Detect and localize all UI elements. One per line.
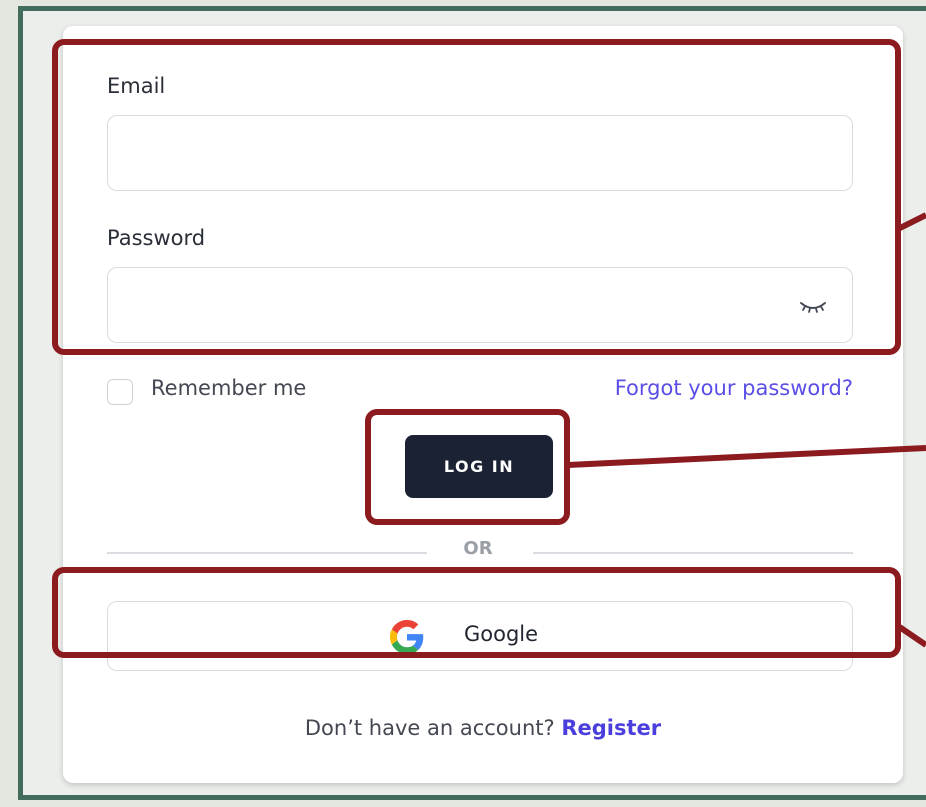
login-card: Email Password Remember me Forgot your p…	[63, 26, 903, 783]
outer-frame: Email Password Remember me Forgot your p…	[18, 6, 926, 800]
divider-or-text: OR	[463, 538, 493, 559]
google-button-label: Google	[464, 622, 539, 646]
password-label: Password	[107, 226, 206, 250]
eye-closed-icon[interactable]	[798, 298, 828, 318]
google-icon	[390, 620, 424, 654]
divider-line-left	[107, 552, 427, 554]
remember-me-checkbox[interactable]	[107, 379, 133, 405]
google-login-button[interactable]: Google	[107, 601, 853, 671]
email-field[interactable]	[107, 115, 853, 191]
email-label: Email	[107, 74, 166, 98]
register-prompt: Don’t have an account?	[304, 716, 555, 740]
register-link[interactable]: Register	[561, 716, 661, 740]
divider-line-right	[533, 552, 853, 554]
remember-me-label[interactable]: Remember me	[151, 376, 306, 400]
forgot-password-link[interactable]: Forgot your password?	[615, 376, 853, 400]
login-button[interactable]: LOG IN	[405, 435, 553, 498]
password-field[interactable]	[107, 267, 853, 343]
register-row: Don’t have an account? Register	[63, 716, 903, 740]
